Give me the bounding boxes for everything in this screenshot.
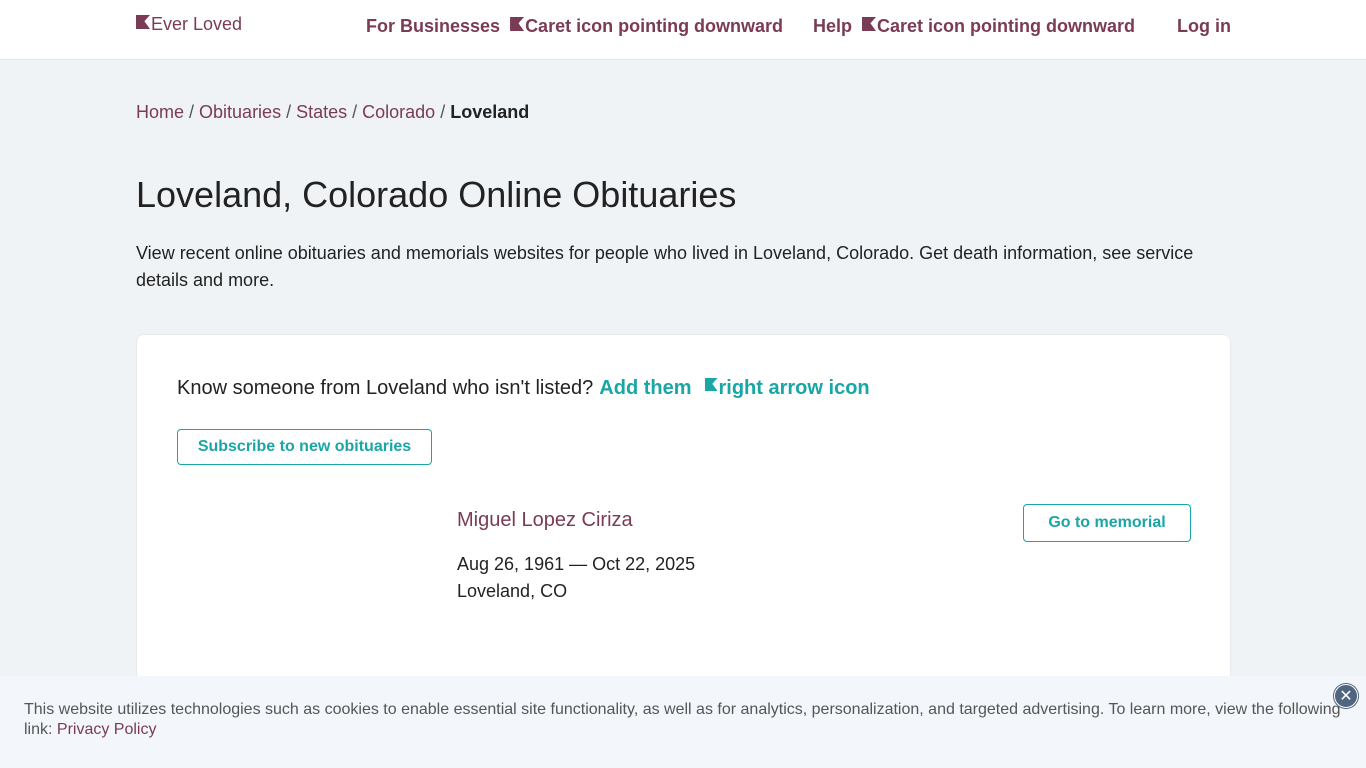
broken-image-icon xyxy=(862,17,877,31)
caret-alt-text: Caret icon pointing downward xyxy=(877,16,1136,36)
cookie-banner: This website utilizes technologies such … xyxy=(0,676,1366,768)
breadcrumb: Home / Obituaries / States / Colorado / Loveland xyxy=(136,102,529,123)
nav-login[interactable]: Log in xyxy=(1177,16,1231,37)
privacy-policy-link[interactable]: Privacy Policy xyxy=(57,721,157,738)
nav-help[interactable]: Help Caret icon pointing downward xyxy=(813,16,1135,37)
breadcrumb-current: Loveland xyxy=(450,102,530,122)
logo-alt-text: Ever Loved xyxy=(151,14,243,34)
breadcrumb-separator: / xyxy=(189,102,195,122)
right-arrow-icon[interactable]: right arrow icon xyxy=(704,377,870,400)
cookie-banner-text: This website utilizes technologies such … xyxy=(24,700,1344,740)
nav-for-businesses[interactable]: For Businesses Caret icon pointing downw… xyxy=(366,16,783,37)
page-title: Loveland, Colorado Online Obituaries xyxy=(136,174,737,215)
site-header: Ever Loved For Businesses Caret icon poi… xyxy=(0,0,1366,60)
login-link[interactable]: Log in xyxy=(1177,16,1231,37)
arrow-alt-text: right arrow icon xyxy=(718,377,870,399)
caret-down-icon[interactable]: Caret icon pointing downward xyxy=(510,16,783,37)
add-missing-prompt-text: Know someone from Loveland who isn't lis… xyxy=(177,377,594,399)
nav-help-label[interactable]: Help xyxy=(813,16,852,37)
breadcrumb-separator: / xyxy=(352,102,358,122)
memorial-entry: Miguel Lopez Ciriza Aug 26, 1961 — Oct 2… xyxy=(457,509,695,602)
add-missing-prompt: Know someone from Loveland who isn't lis… xyxy=(177,377,870,400)
breadcrumb-colorado[interactable]: Colorado xyxy=(362,102,435,122)
breadcrumb-obituaries[interactable]: Obituaries xyxy=(199,102,281,122)
page-intro: View recent online obituaries and memori… xyxy=(136,243,1194,290)
caret-down-icon[interactable]: Caret icon pointing downward xyxy=(862,16,1135,37)
breadcrumb-separator: / xyxy=(440,102,446,122)
breadcrumb-separator: / xyxy=(286,102,292,122)
cookie-notice: This website utilizes technologies such … xyxy=(24,701,1341,738)
breadcrumb-home[interactable]: Home xyxy=(136,102,184,122)
add-them-link[interactable]: Add them xyxy=(599,377,691,400)
nav-for-businesses-label[interactable]: For Businesses xyxy=(366,16,500,37)
memorial-location: Loveland, CO xyxy=(457,581,568,601)
go-to-memorial-button[interactable]: Go to memorial xyxy=(1023,504,1191,542)
broken-image-icon xyxy=(704,378,718,391)
breadcrumb-states[interactable]: States xyxy=(296,102,347,122)
memorial-name-link[interactable]: Miguel Lopez Ciriza xyxy=(457,509,695,532)
subscribe-button[interactable]: Subscribe to new obituaries xyxy=(177,429,432,465)
memorial-dates: Aug 26, 1961 — Oct 22, 2025 xyxy=(457,554,696,574)
broken-image-icon xyxy=(510,17,525,31)
close-icon[interactable]: ✕ xyxy=(1334,684,1358,708)
ever-loved-logo[interactable]: Ever Loved xyxy=(136,14,242,35)
caret-alt-text: Caret icon pointing downward xyxy=(525,16,784,36)
broken-image-icon xyxy=(136,15,150,29)
